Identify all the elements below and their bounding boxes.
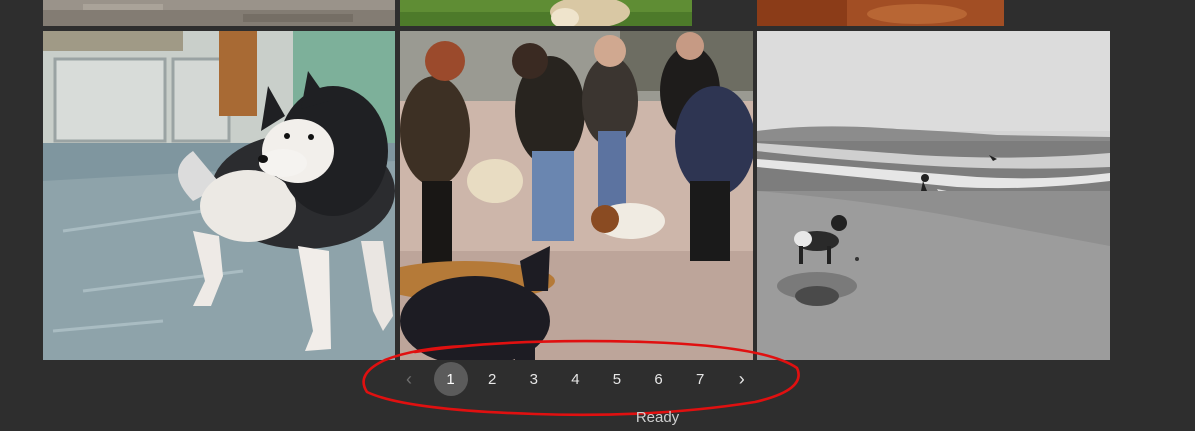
page-button-6[interactable]: 6 [642,362,676,396]
photo-tile-dirt-ground[interactable] [43,0,395,26]
page-button-3[interactable]: 3 [517,362,551,396]
page-button-2[interactable]: 2 [475,362,509,396]
next-page-chevron-right-icon[interactable]: › [725,362,759,396]
pagination: ‹ 1 2 3 4 5 6 7 › [392,360,766,398]
image-gallery: ‹ 1 2 3 4 5 6 7 › Ready [0,0,1195,431]
page-button-5[interactable]: 5 [600,362,634,396]
status-text: Ready [635,409,680,426]
photo-tile-dog-on-grass[interactable] [400,0,692,26]
page-button-4[interactable]: 4 [558,362,592,396]
photo-tile-red-soil[interactable] [757,0,1004,26]
photo-tile-malamute-dog[interactable] [43,31,395,360]
photo-tile-people-with-dogs[interactable] [400,31,753,360]
previous-page-chevron-left-icon[interactable]: ‹ [392,362,426,396]
page-button-1[interactable]: 1 [433,362,468,396]
page-button-7[interactable]: 7 [683,362,717,396]
photo-tile-dog-on-beach[interactable] [757,31,1110,360]
